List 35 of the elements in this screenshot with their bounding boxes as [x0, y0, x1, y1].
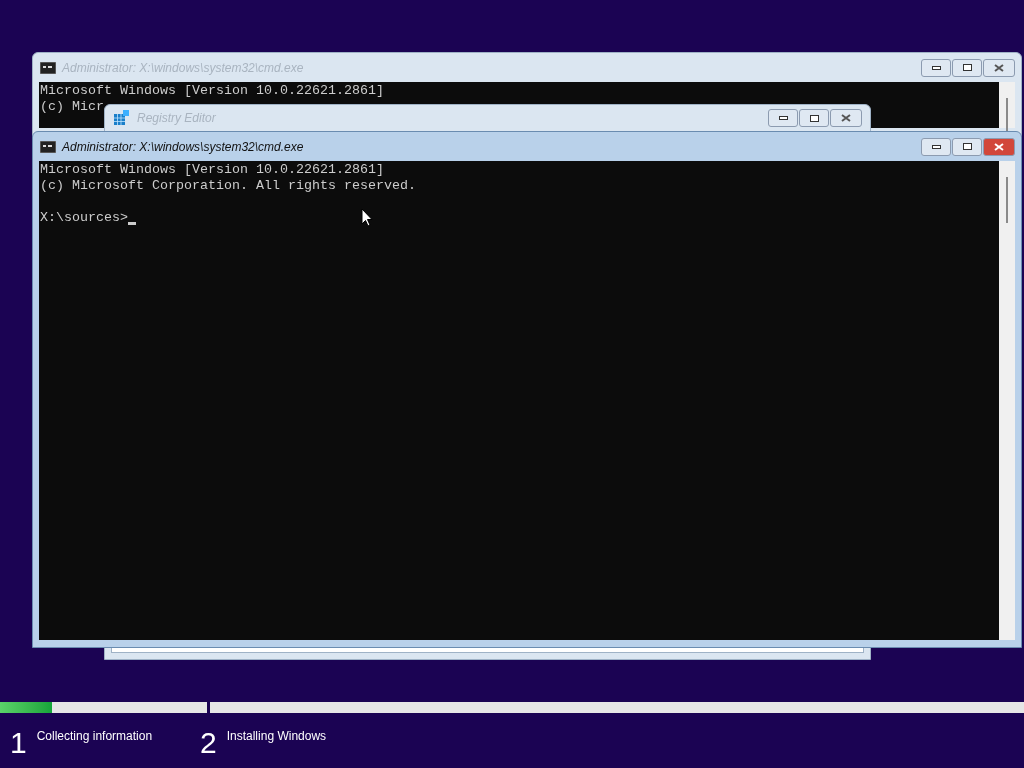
minimize-button[interactable] [921, 137, 951, 156]
minimize-icon [778, 116, 788, 120]
console-line: (c) Microsoft Corporation. All rights reserved. [40, 178, 417, 194]
step-label: Installing Windows [226, 728, 327, 745]
registry-icon [113, 110, 129, 126]
console-prompt: X:\sources> [40, 210, 128, 226]
minimize-icon [931, 144, 941, 149]
scrollbar[interactable] [999, 82, 1015, 128]
close-button[interactable] [983, 137, 1015, 156]
console-line: (c) Micr [40, 99, 105, 115]
maximize-icon [962, 143, 972, 150]
console-icon [40, 140, 56, 153]
maximize-icon [809, 114, 819, 122]
minimize-button[interactable] [921, 58, 951, 77]
minimize-icon [931, 65, 941, 70]
close-button[interactable] [830, 109, 862, 127]
console-line: Microsoft Windows [Version 10.0.22621.2861] [40, 83, 385, 99]
close-button[interactable] [983, 58, 1015, 77]
close-icon [841, 114, 851, 122]
close-icon [994, 63, 1004, 72]
window-title: Administrator: X:\windows\system32\cmd.exe [62, 138, 304, 156]
scrollbar[interactable] [999, 161, 1015, 640]
text-cursor [128, 222, 136, 225]
minimize-button[interactable] [768, 109, 798, 127]
step-number: 1 [10, 725, 27, 761]
mouse-pointer-icon [361, 208, 373, 227]
console-line: Microsoft Windows [Version 10.0.22621.2861] [40, 162, 385, 178]
maximize-button[interactable] [799, 109, 829, 127]
maximize-icon [962, 64, 972, 71]
console-icon [40, 61, 56, 74]
maximize-button[interactable] [952, 58, 982, 77]
close-icon [994, 142, 1004, 151]
step-label: Collecting information [36, 728, 153, 745]
maximize-button[interactable] [952, 137, 982, 156]
step-number: 2 [200, 725, 217, 761]
